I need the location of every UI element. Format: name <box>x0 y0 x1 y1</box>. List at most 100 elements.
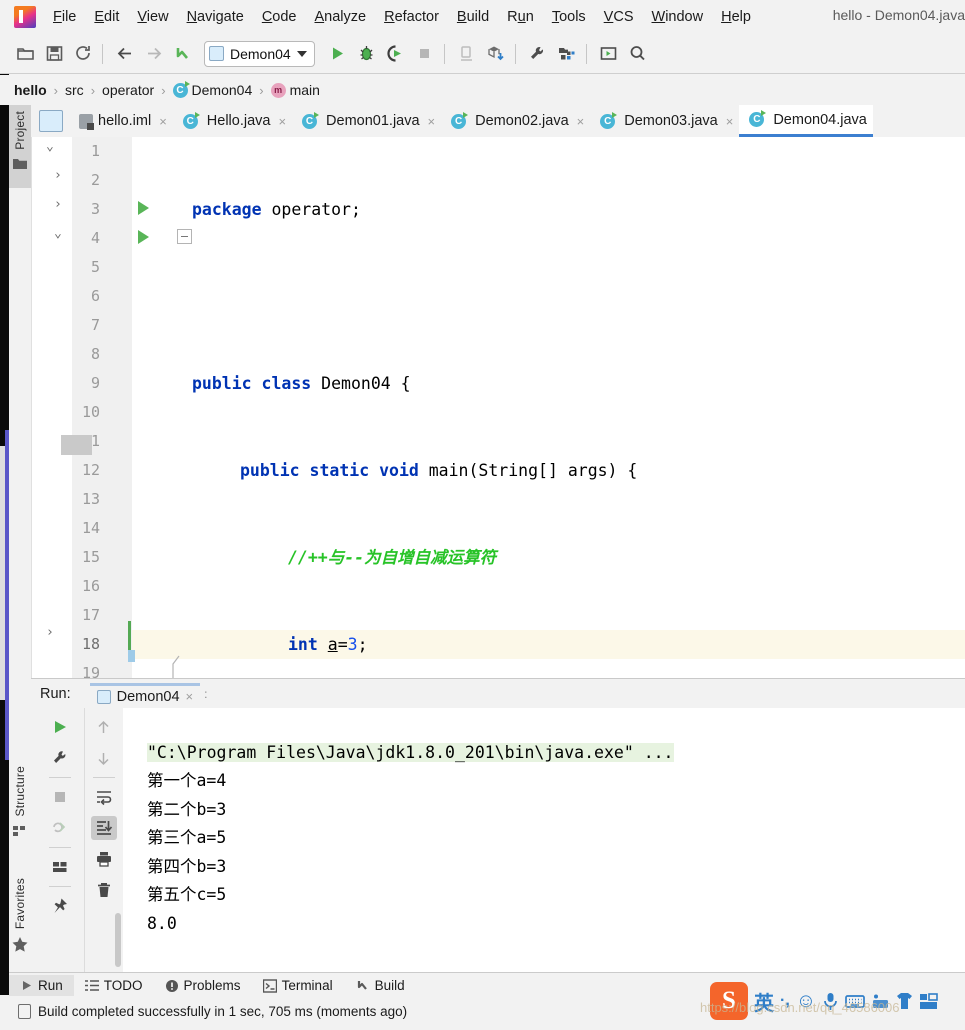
breadcrumb-item-demon04[interactable]: C Demon04 <box>172 80 252 98</box>
jump-to-source-icon[interactable] <box>170 41 196 67</box>
close-icon[interactable]: × <box>186 689 194 704</box>
project-structure-icon[interactable] <box>554 41 580 67</box>
settings-wrench-icon[interactable] <box>525 41 551 67</box>
vcs-change-marker[interactable] <box>128 650 135 662</box>
line-number-6[interactable]: 6 <box>91 282 100 311</box>
problems-icon <box>165 979 179 993</box>
bottom-tab-build[interactable]: Build <box>344 975 416 996</box>
chevron-down-icon[interactable] <box>296 50 307 57</box>
sidebar-tab-structure[interactable]: Structure <box>9 760 31 872</box>
close-icon[interactable]: × <box>278 114 286 129</box>
menu-item-view[interactable]: View <box>128 6 177 28</box>
soft-wrap-icon[interactable] <box>91 785 117 809</box>
trash-icon[interactable] <box>91 878 117 902</box>
open-folder-icon[interactable] <box>12 41 38 67</box>
save-icon[interactable] <box>41 41 67 67</box>
breadcrumb-item-hello[interactable]: hello <box>14 82 47 98</box>
bottom-tab-run[interactable]: Run <box>9 975 74 996</box>
line-number-14[interactable]: 14 <box>82 514 100 543</box>
breadcrumb-item-main[interactable]: m main <box>270 82 320 98</box>
apps-icon[interactable] <box>919 992 939 1010</box>
breadcrumb-item-operator[interactable]: operator <box>102 82 154 98</box>
code-content[interactable]: package operator; public class Demon04 {… <box>135 137 965 1002</box>
menu-item-navigate[interactable]: Navigate <box>178 6 253 28</box>
fold-marker-line2[interactable]: › <box>54 168 62 183</box>
scroll-to-end-icon[interactable] <box>90 816 117 840</box>
update-app-icon[interactable] <box>596 41 622 67</box>
editor-tab-demon01-java[interactable]: C Demon01.java × <box>292 105 441 137</box>
debug-icon[interactable] <box>354 41 380 67</box>
menu-item-edit[interactable]: Edit <box>85 6 128 28</box>
menu-item-help[interactable]: Help <box>712 6 760 28</box>
line-number-5[interactable]: 5 <box>91 253 100 282</box>
menu-item-window[interactable]: Window <box>643 6 713 28</box>
console-output[interactable]: "C:\Program Files\Java\jdk1.8.0_201\bin\… <box>123 708 965 990</box>
editor-gutter[interactable]: 12345678910111213141516171819 <box>72 137 132 682</box>
line-number-3[interactable]: 3 <box>91 195 100 224</box>
line-number-1[interactable]: 1 <box>91 137 100 166</box>
fold-chevron-line1[interactable]: ⌄ <box>46 139 54 154</box>
run-with-coverage-icon[interactable] <box>383 41 409 67</box>
todo-list-icon <box>84 979 99 992</box>
editor-tab-hello-iml[interactable]: hello.iml × <box>69 105 173 137</box>
menu-item-refactor[interactable]: Refactor <box>375 6 448 28</box>
sync-icon[interactable] <box>70 41 96 67</box>
menu-item-build[interactable]: Build <box>448 6 498 28</box>
close-icon[interactable]: × <box>159 114 167 129</box>
menu-item-run[interactable]: Run <box>498 6 543 28</box>
rerun-icon[interactable] <box>47 715 73 739</box>
line-number-4[interactable]: 4 <box>91 224 100 253</box>
menu-item-analyze[interactable]: Analyze <box>306 6 376 28</box>
run-configuration-selector[interactable]: Demon04 <box>204 40 315 67</box>
bottom-tab-todo[interactable]: TODO <box>74 975 154 996</box>
line-number-8[interactable]: 8 <box>91 340 100 369</box>
line-number-15[interactable]: 15 <box>82 543 100 572</box>
toolbar-separator-4 <box>585 43 587 64</box>
code-editor[interactable]: 12345678910111213141516171819 ⌄ › › ⌄ › … <box>31 137 965 1002</box>
sidebar-tab-project[interactable]: Project <box>9 105 31 188</box>
line-number-9[interactable]: 9 <box>91 369 100 398</box>
gutter-scroll-thumb[interactable] <box>61 435 92 455</box>
line-number-17[interactable]: 17 <box>82 601 100 630</box>
close-icon[interactable]: × <box>577 114 585 129</box>
run-icon[interactable] <box>325 41 351 67</box>
search-icon[interactable] <box>625 41 651 67</box>
run-tool-window: Run: Demon04 × : "C:\Program Files\Java\… <box>31 678 965 990</box>
bottom-tab-terminal[interactable]: Terminal <box>252 975 344 996</box>
close-icon[interactable]: × <box>428 114 436 129</box>
menu-item-vcs[interactable]: VCS <box>595 6 643 28</box>
editor-tab-demon02-java[interactable]: C Demon02.java × <box>441 105 590 137</box>
toolbar-separator-2 <box>443 43 445 64</box>
line-number-18[interactable]: 18 <box>82 630 100 659</box>
editor-tab-hello-java[interactable]: C Hello.java × <box>173 105 292 137</box>
vcs-change-bar[interactable] <box>128 621 131 650</box>
close-icon[interactable]: × <box>726 114 734 129</box>
sidebar-tab-favorites[interactable]: Favorites <box>9 872 31 982</box>
line-number-16[interactable]: 16 <box>82 572 100 601</box>
run-tab-overflow[interactable]: : <box>204 687 207 701</box>
sync-gradle-icon[interactable] <box>483 41 509 67</box>
pin-icon[interactable] <box>47 894 73 918</box>
line-number-7[interactable]: 7 <box>91 311 100 340</box>
back-arrow-icon[interactable] <box>112 41 138 67</box>
fold-marker-line4[interactable]: ⌄ <box>54 226 62 241</box>
run-session-tab[interactable]: Demon04 × <box>89 682 201 705</box>
menu-item-tools[interactable]: Tools <box>543 6 595 28</box>
editor-tab-demon03-java[interactable]: C Demon03.java × <box>590 105 739 137</box>
fold-chevron-line13[interactable]: › <box>46 625 54 640</box>
breadcrumb-item-src[interactable]: src <box>65 82 84 98</box>
settings-wrench-icon[interactable] <box>47 746 73 770</box>
line-number-12[interactable]: 12 <box>82 456 100 485</box>
editor-tab-demon04-java[interactable]: C Demon04.java <box>739 105 873 137</box>
menu-item-code[interactable]: Code <box>253 6 306 28</box>
console-scroll-thumb[interactable] <box>115 913 121 967</box>
layout-icon[interactable] <box>47 855 73 879</box>
print-icon[interactable] <box>91 847 117 871</box>
line-number-10[interactable]: 10 <box>82 398 100 427</box>
line-number-13[interactable]: 13 <box>82 485 100 514</box>
bottom-tab-problems[interactable]: Problems <box>154 975 252 996</box>
fold-marker-line3[interactable]: › <box>54 197 62 212</box>
hide-tabs-icon[interactable] <box>39 110 63 132</box>
line-number-2[interactable]: 2 <box>91 166 100 195</box>
menu-item-file[interactable]: File <box>44 6 85 28</box>
